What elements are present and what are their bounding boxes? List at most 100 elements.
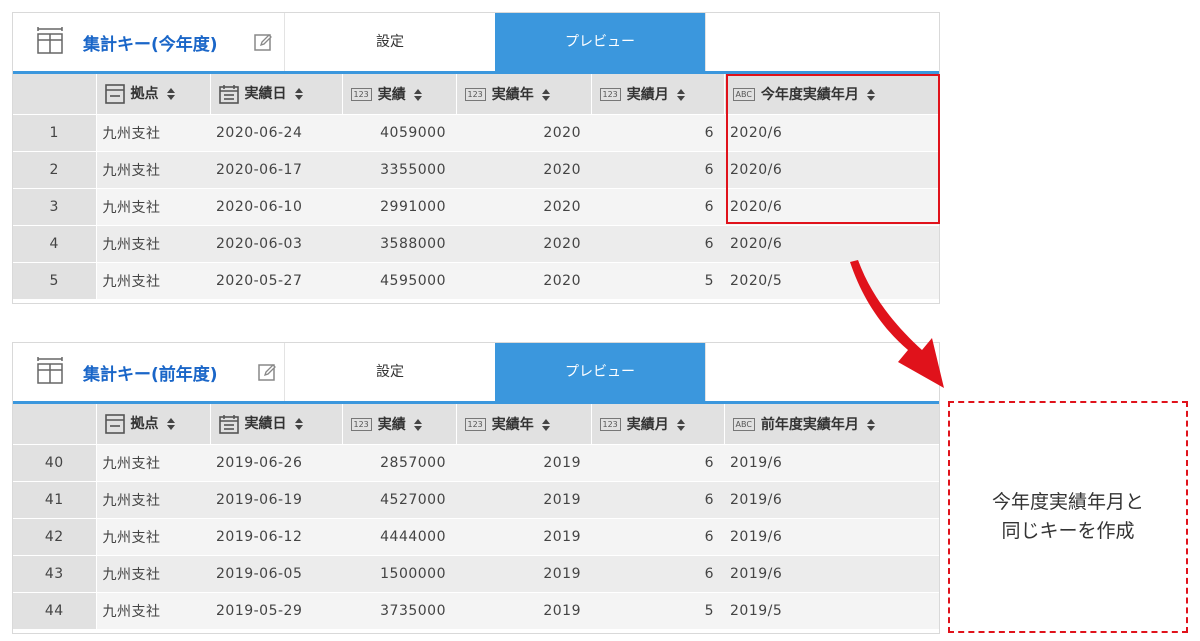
table-row: 41 九州支社 2019-06-19 4527000 2019 6 2019/6: [13, 480, 939, 518]
text-icon: [104, 84, 125, 105]
table-icon: [37, 357, 63, 384]
cell: 2019-06-26: [210, 443, 342, 481]
column-header-jissekigetsu[interactable]: 123 実績月: [591, 74, 725, 114]
cell: 4444000: [342, 517, 456, 555]
table-panel-previous-year: 集計キー(前年度) 設定 プレビュー 拠点 実績日 123 実績 123 実績年…: [12, 342, 940, 634]
column-header-jissekibi[interactable]: 実績日: [210, 404, 343, 444]
cell: 3355000: [342, 150, 456, 188]
cell: 1500000: [342, 554, 456, 592]
row-number: 44: [13, 591, 97, 629]
cell: 2020-06-24: [210, 113, 342, 151]
column-header-jisseki[interactable]: 123 実績: [342, 74, 457, 114]
cell: 6: [591, 443, 724, 481]
cell: 2020: [456, 224, 591, 262]
cell: 2020-06-10: [210, 187, 342, 225]
sort-icon[interactable]: [294, 418, 303, 431]
cell: 2019-06-19: [210, 480, 342, 518]
row-number: 5: [13, 261, 97, 299]
sort-icon[interactable]: [166, 88, 175, 101]
number-icon: 123: [599, 418, 621, 432]
row-number: 42: [13, 517, 97, 555]
cell: 2019: [456, 517, 591, 555]
cell: 2019: [456, 591, 591, 629]
cell: 6: [591, 224, 724, 262]
callout-line-2: 同じキーを作成: [1001, 520, 1135, 542]
table-row: 4 九州支社 2020-06-03 3588000 2020 6 2020/6: [13, 224, 939, 262]
cell: 九州支社: [96, 113, 210, 151]
sort-icon[interactable]: [676, 88, 685, 101]
cell: 3588000: [342, 224, 456, 262]
tab-settings[interactable]: 設定: [285, 343, 495, 401]
text-icon: [104, 414, 125, 435]
column-header-kyoten[interactable]: 拠点: [96, 74, 211, 114]
row-number: 40: [13, 443, 97, 481]
row-number-header: [13, 74, 97, 114]
column-header-year-month-key[interactable]: ABC 前年度実績年月: [724, 404, 939, 444]
calendar-icon: [218, 85, 239, 105]
column-header-jissekibi[interactable]: 実績日: [210, 74, 343, 114]
cell: 2019/6: [724, 443, 939, 481]
panel-title-area: 集計キー(前年度): [13, 343, 285, 401]
tab-settings[interactable]: 設定: [285, 13, 495, 71]
sort-icon[interactable]: [413, 418, 422, 431]
tab-preview[interactable]: プレビュー: [495, 13, 705, 71]
calendar-icon: [218, 415, 239, 435]
cell: 2019-05-29: [210, 591, 342, 629]
column-header-jissekigetsu[interactable]: 123 実績月: [591, 404, 725, 444]
sort-icon[interactable]: [166, 418, 175, 431]
column-label: 実績年: [491, 416, 534, 433]
cell: 2020: [456, 261, 591, 299]
cell: 2019-06-05: [210, 554, 342, 592]
column-header-jisseki[interactable]: 123 実績: [342, 404, 457, 444]
cell: 2019/6: [724, 480, 939, 518]
column-label: 実績月: [626, 86, 669, 103]
cell: 2020/6: [724, 224, 939, 262]
table-row: 44 九州支社 2019-05-29 3735000 2019 5 2019/5: [13, 591, 939, 629]
number-icon: 123: [464, 418, 486, 432]
cell: 2857000: [342, 443, 456, 481]
tab-preview[interactable]: プレビュー: [495, 343, 705, 401]
cell: 2019: [456, 554, 591, 592]
cell: 九州支社: [96, 517, 210, 555]
column-header-jissekinen[interactable]: 123 実績年: [456, 74, 592, 114]
callout-line-1: 今年度実績年月と: [991, 491, 1144, 513]
number-icon: 123: [350, 418, 372, 432]
table-row: 42 九州支社 2019-06-12 4444000 2019 6 2019/6: [13, 517, 939, 555]
row-number: 43: [13, 554, 97, 592]
sort-icon[interactable]: [541, 88, 550, 101]
cell: 2020-05-27: [210, 261, 342, 299]
row-number: 41: [13, 480, 97, 518]
row-number: 1: [13, 113, 97, 151]
cell: 2020: [456, 113, 591, 151]
curved-arrow-icon: [850, 260, 944, 388]
sort-icon[interactable]: [294, 88, 303, 101]
cell: 4059000: [342, 113, 456, 151]
column-header-jissekinen[interactable]: 123 実績年: [456, 404, 592, 444]
number-icon: 123: [464, 88, 486, 102]
column-header-kyoten[interactable]: 拠点: [96, 404, 211, 444]
edit-icon[interactable]: [257, 362, 277, 382]
row-number: 2: [13, 150, 97, 188]
cell: 九州支社: [96, 591, 210, 629]
cell: 2020-06-17: [210, 150, 342, 188]
column-label: 拠点: [130, 416, 159, 433]
sort-icon[interactable]: [413, 88, 422, 101]
edit-icon[interactable]: [253, 32, 273, 52]
cell: 九州支社: [96, 187, 210, 225]
cell: 2020-06-03: [210, 224, 342, 262]
sort-icon[interactable]: [676, 418, 685, 431]
sort-icon[interactable]: [541, 418, 550, 431]
panel-title: 集計キー(今年度): [83, 35, 218, 55]
panel-title: 集計キー(前年度): [83, 365, 218, 385]
cell: 2019/5: [724, 591, 939, 629]
row-number-header: [13, 404, 97, 444]
column-label: 実績: [377, 86, 406, 103]
tab-bar-empty: [705, 13, 939, 71]
column-label: 実績: [377, 416, 406, 433]
cell: 2019: [456, 443, 591, 481]
column-label: 前年度実績年月: [760, 416, 859, 433]
sort-icon[interactable]: [866, 418, 875, 431]
number-icon: 123: [350, 88, 372, 102]
column-label: 実績日: [244, 86, 287, 103]
cell: 6: [591, 517, 724, 555]
